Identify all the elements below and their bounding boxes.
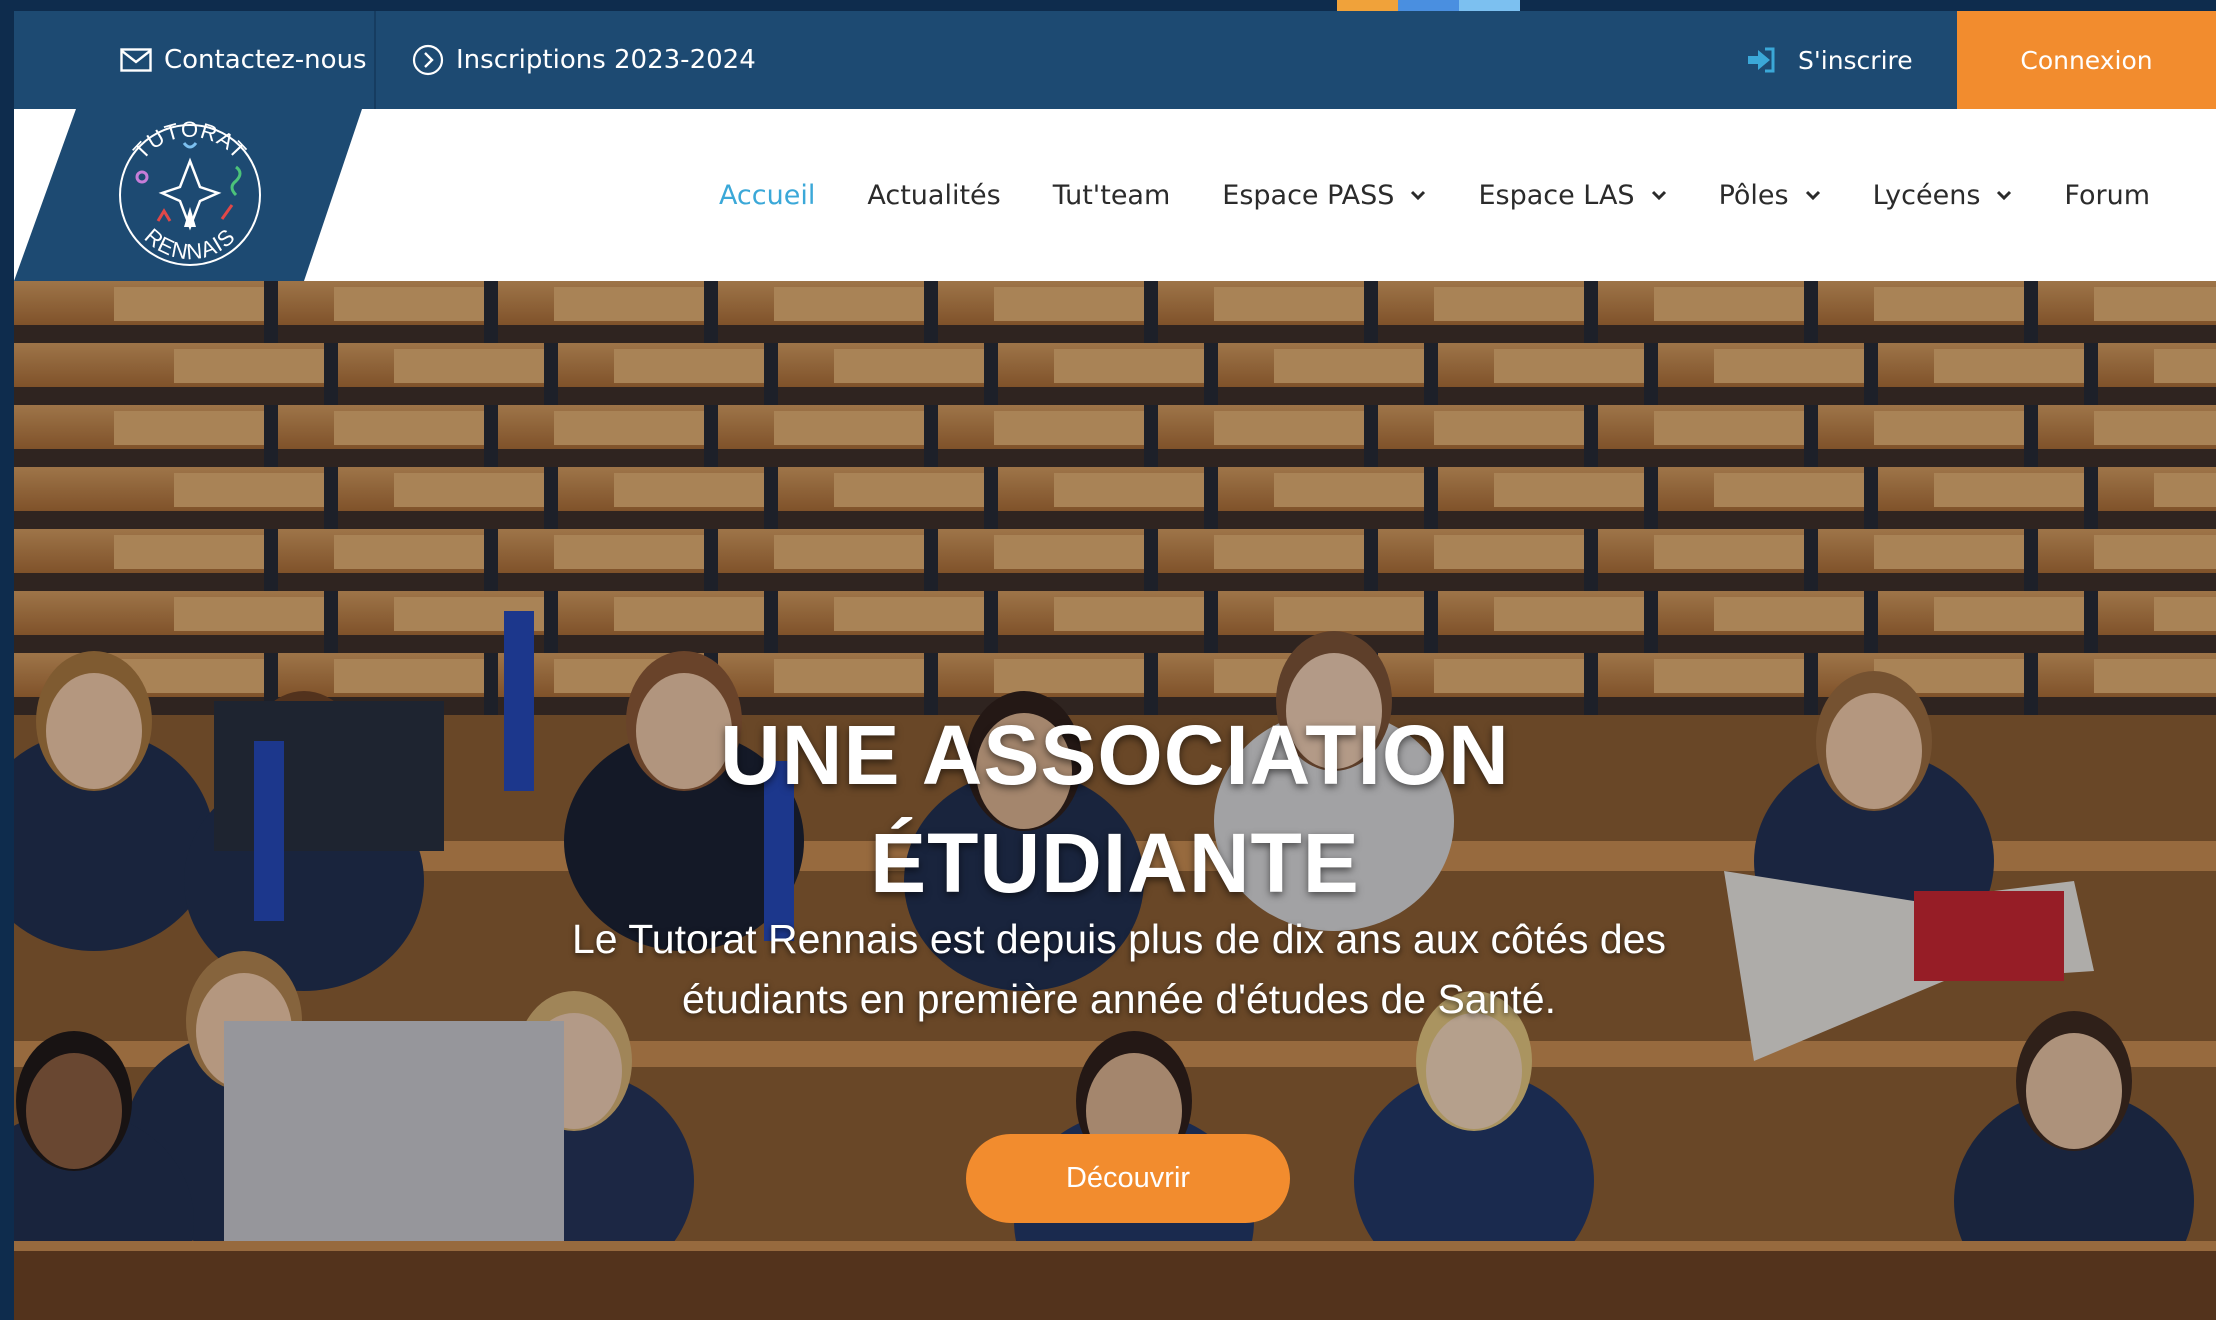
logo-badge: TUTORAT RENNAIS <box>14 109 362 281</box>
accent-strip-light-blue <box>1459 0 1520 11</box>
hero-subtitle-line2: étudiants en première année d'études de … <box>681 976 1556 1022</box>
chevron-down-icon <box>1997 190 2012 201</box>
nav-item-espace-pass[interactable]: Espace PASS <box>1222 180 1426 211</box>
hero-title-line1: UNE ASSOCIATION <box>720 708 1510 802</box>
nav-item-label: Lycéens <box>1872 179 1981 211</box>
envelope-icon <box>120 48 152 72</box>
main-menu: Accueil Actualités Tut'team Espace PASS Espa… <box>719 109 2150 281</box>
top-bar: Contactez-nous Inscriptions 2023-2024 S'… <box>14 11 2216 109</box>
nav-item-label: Espace LAS <box>1478 179 1635 211</box>
login-label: Connexion <box>2020 45 2153 75</box>
site-logo[interactable]: TUTORAT RENNAIS <box>14 109 374 281</box>
nav-item-label: Tut'team <box>1052 179 1171 211</box>
hero-subtitle: Le Tutorat Rennais est depuis plus de di… <box>474 909 1764 1029</box>
login-button[interactable]: Connexion <box>1957 11 2216 109</box>
accent-strip <box>1337 0 1520 11</box>
nav-item-espace-las[interactable]: Espace LAS <box>1478 180 1666 211</box>
nav-item-forum[interactable]: Forum <box>2064 180 2150 211</box>
nav-item-tut-team[interactable]: Tut'team <box>1053 180 1171 211</box>
chevron-circle-right-icon <box>412 44 444 76</box>
nav-item-label: Pôles <box>1718 179 1789 211</box>
nav-item-poles[interactable]: Pôles <box>1719 180 1821 211</box>
registrations-link[interactable]: Inscriptions 2023-2024 <box>412 11 756 109</box>
nav-item-actualites[interactable]: Actualités <box>867 180 1000 211</box>
hero-title-line2: ÉTUDIANTE <box>870 816 1360 910</box>
nav-item-label: Espace PASS <box>1222 179 1395 211</box>
window-frame: Contactez-nous Inscriptions 2023-2024 S'… <box>0 0 2216 1320</box>
hero-subtitle-line1: Le Tutorat Rennais est depuis plus de di… <box>571 916 1666 962</box>
chevron-down-icon <box>1651 190 1666 201</box>
top-bar-divider <box>374 11 376 109</box>
discover-button[interactable]: Découvrir <box>966 1134 1290 1223</box>
contact-link[interactable]: Contactez-nous <box>120 11 367 109</box>
nav-item-label: Forum <box>2064 179 2150 211</box>
nav-item-label: Actualités <box>867 179 1001 211</box>
contact-label: Contactez-nous <box>164 45 367 75</box>
hero-section: UNE ASSOCIATION ÉTUDIANTE Le Tutorat Ren… <box>14 281 2216 1320</box>
website: Contactez-nous Inscriptions 2023-2024 S'… <box>14 11 2216 1320</box>
sign-in-icon <box>1748 47 1775 73</box>
accent-strip-orange <box>1337 0 1398 11</box>
nav-item-lyceens[interactable]: Lycéens <box>1873 180 2013 211</box>
nav-item-accueil[interactable]: Accueil <box>719 180 815 211</box>
chevron-down-icon <box>1411 190 1426 201</box>
chevron-down-icon <box>1805 190 1820 201</box>
nav-item-label: Accueil <box>718 179 816 211</box>
accent-strip-blue <box>1398 0 1459 11</box>
registrations-label: Inscriptions 2023-2024 <box>456 45 756 75</box>
signup-label: S'inscrire <box>1798 45 1913 75</box>
hero-title: UNE ASSOCIATION ÉTUDIANTE <box>14 701 2216 917</box>
signup-link[interactable]: S'inscrire <box>1746 11 1913 109</box>
